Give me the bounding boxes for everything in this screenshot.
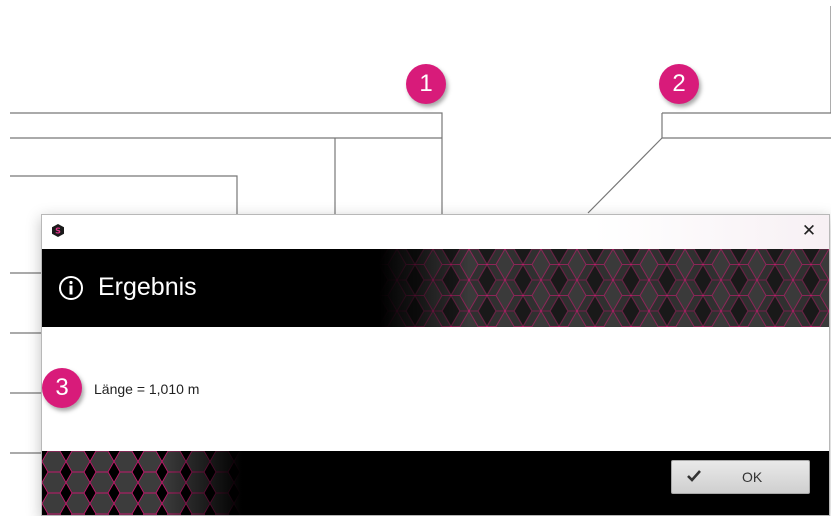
dialog-titlebar[interactable]: S ✕ <box>42 215 829 249</box>
dialog-content: Länge = 1,010 m <box>42 327 829 451</box>
hexagon-pattern-footer <box>42 451 242 515</box>
cad-line <box>10 175 238 215</box>
dialog-title: Ergebnis <box>98 273 197 301</box>
cad-line <box>10 112 443 215</box>
check-icon <box>687 470 701 482</box>
hexagon-pattern <box>379 249 829 327</box>
svg-text:S: S <box>55 227 61 236</box>
cad-line <box>587 137 663 214</box>
cad-line <box>661 113 831 139</box>
result-dialog: S ✕ Ergebnis Länge = 1,010 m OK <box>41 214 830 516</box>
marker-3: 3 <box>42 368 82 408</box>
result-text: Länge = 1,010 m <box>94 381 200 397</box>
ok-label: OK <box>742 469 763 485</box>
dialog-footer: OK <box>42 451 829 515</box>
info-icon <box>59 276 83 300</box>
marker-2: 2 <box>659 64 699 104</box>
ok-button[interactable]: OK <box>671 460 810 494</box>
close-button[interactable]: ✕ <box>799 220 819 242</box>
dialog-header: Ergebnis <box>42 249 829 327</box>
app-logo-icon: S <box>52 224 64 237</box>
marker-1: 1 <box>406 64 446 104</box>
